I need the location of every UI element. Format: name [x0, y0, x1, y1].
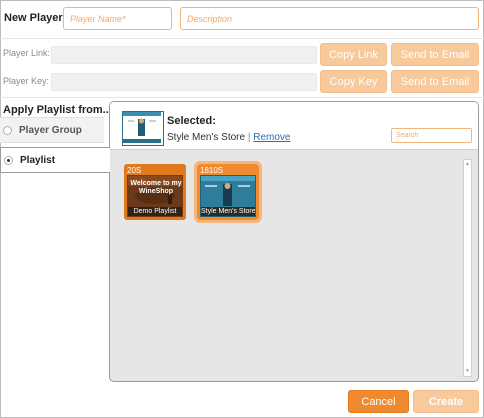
separator: |: [247, 132, 251, 143]
send-link-email-button[interactable]: Send to Email: [391, 43, 479, 66]
playlist-thumbnail: Welcome to my WineShop Demo Playlist: [127, 175, 183, 217]
player-key-label: Player Key:: [3, 76, 50, 86]
divider: [0, 97, 484, 98]
selected-title: Selected:: [167, 115, 216, 127]
cancel-button[interactable]: Cancel: [348, 390, 409, 413]
player-name-input[interactable]: [63, 7, 172, 30]
tab-label: Playlist: [20, 154, 56, 166]
tab-playlist[interactable]: Playlist: [0, 147, 110, 173]
player-key-field[interactable]: [51, 73, 317, 91]
send-key-email-button[interactable]: Send to Email: [391, 70, 479, 93]
selected-name-line: Style Men's Store | Remove: [167, 132, 290, 143]
apply-playlist-heading: Apply Playlist from...: [3, 104, 112, 116]
remove-link[interactable]: Remove: [253, 132, 290, 143]
description-input[interactable]: [180, 7, 479, 30]
player-link-label: Player Link:: [3, 48, 51, 58]
playlist-panel: Selected: Style Men's Store | Remove 20S…: [109, 101, 479, 382]
playlist-duration: 1810S: [200, 166, 224, 175]
player-link-field[interactable]: [51, 46, 317, 64]
selected-playlist-name: Style Men's Store: [167, 132, 246, 143]
tab-label: Player Group: [19, 124, 82, 136]
copy-key-button[interactable]: Copy Key: [320, 70, 387, 93]
playlist-caption: Demo Playlist: [128, 207, 182, 216]
copy-link-button[interactable]: Copy Link: [320, 43, 387, 66]
thumb-text: Welcome to my WineShop: [130, 180, 182, 195]
player-group-radio[interactable]: [3, 126, 12, 135]
divider: [0, 38, 484, 39]
playlist-card-style-mens-store[interactable]: 1810S Style Men's Store: [194, 161, 262, 223]
scrollbar[interactable]: ▲ ▼: [463, 159, 472, 377]
selected-playlist-thumbnail: [122, 111, 164, 146]
playlist-duration: 20S: [127, 166, 142, 175]
scroll-down-icon[interactable]: ▼: [464, 368, 471, 375]
selected-header: Selected: Style Men's Store | Remove: [110, 102, 478, 150]
playlist-caption: Style Men's Store: [201, 207, 255, 216]
create-button[interactable]: Create: [413, 390, 479, 413]
scroll-up-icon[interactable]: ▲: [464, 161, 471, 168]
playlist-thumbnail: Style Men's Store: [200, 175, 256, 217]
search-input[interactable]: [391, 128, 472, 143]
dialog-title: New Player: [4, 12, 63, 24]
playlist-radio[interactable]: [4, 156, 13, 165]
tab-player-group[interactable]: Player Group: [0, 117, 104, 143]
playlist-card-demo[interactable]: 20S Welcome to my WineShop Demo Playlist: [124, 164, 186, 220]
